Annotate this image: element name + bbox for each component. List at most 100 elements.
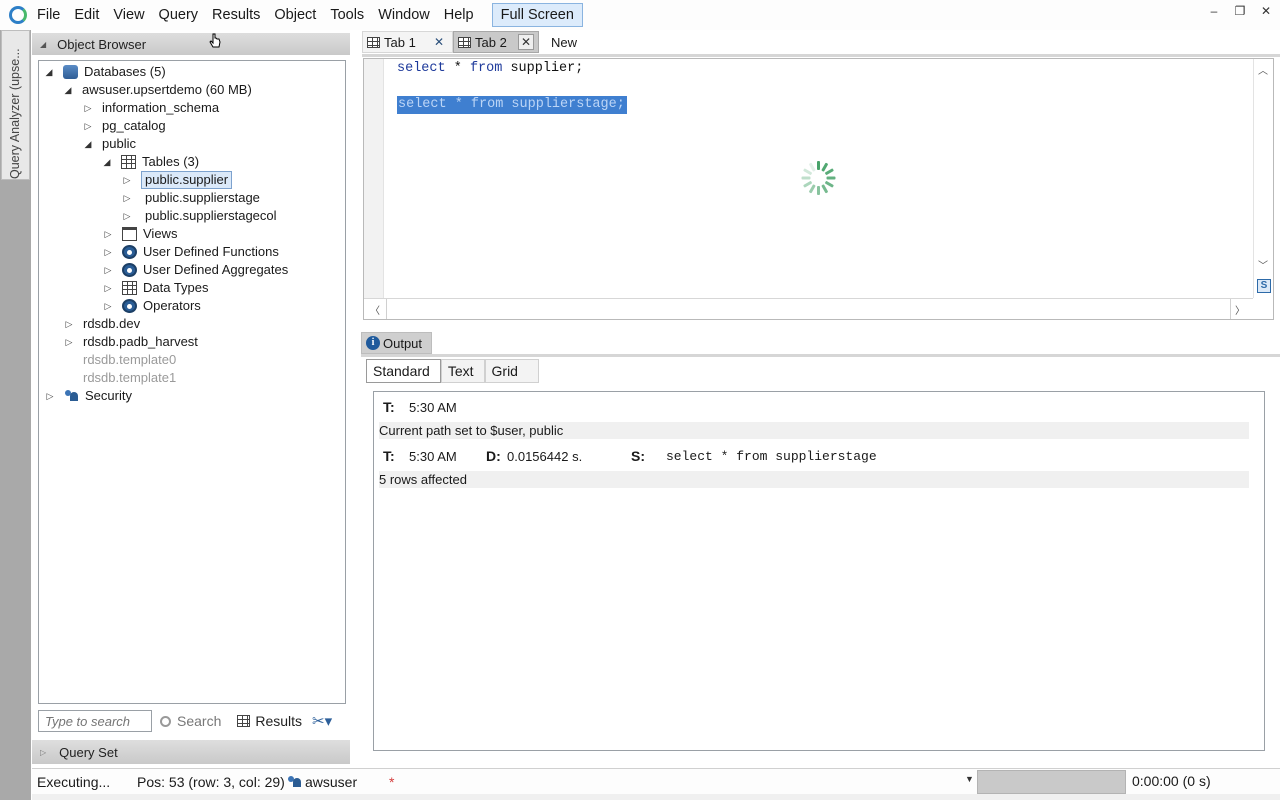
tree-item-db-template0[interactable]: rdsdb.template0 — [83, 351, 176, 369]
collapsed-triangle-icon[interactable]: ▷ — [102, 297, 114, 315]
status-dropdown-icon[interactable]: ▼ — [965, 774, 974, 784]
tree-item-databases[interactable]: ◢ Databases (5) — [43, 63, 166, 81]
tree-item-db-main[interactable]: ◢ awsuser.upsertdemo (60 MB) — [62, 81, 252, 99]
collapsed-triangle-icon[interactable]: ▷ — [63, 333, 75, 351]
tab-1[interactable]: Tab 1 ✕ — [362, 31, 453, 53]
tab-label: Tab 1 — [384, 34, 416, 50]
query-set-title: Query Set — [59, 744, 118, 760]
close-icon[interactable]: ✕ — [1258, 4, 1274, 18]
sql-editor[interactable]: select * from supplier; select * from su… — [363, 58, 1274, 320]
scroll-right-icon[interactable]: 〉 — [1235, 302, 1245, 317]
tree-label: Databases (5) — [84, 64, 166, 79]
subtab-grid[interactable]: Grid — [484, 359, 539, 383]
tree-item-tables[interactable]: ◢ Tables (3) — [101, 153, 199, 171]
menu-view[interactable]: View — [113, 0, 156, 30]
collapsed-triangle-icon[interactable]: ▷ — [82, 99, 94, 117]
tree-item-table-supplierstage[interactable]: ▷ public.supplierstage — [121, 189, 260, 207]
tree-item-udf[interactable]: ▷ User Defined Functions — [102, 243, 279, 261]
collapsed-triangle-icon[interactable]: ▷ — [121, 189, 133, 207]
subtab-standard[interactable]: Standard — [366, 359, 441, 383]
menu-query[interactable]: Query — [159, 0, 211, 30]
menu-object[interactable]: Object — [274, 0, 328, 30]
output-tab[interactable]: i Output — [361, 332, 432, 354]
minimize-icon[interactable]: – — [1206, 4, 1222, 18]
collapsed-triangle-icon[interactable]: ▷ — [63, 315, 75, 333]
modified-indicator: * — [389, 773, 395, 790]
editor-vertical-scrollbar[interactable]: ︿ ﹀ S — [1253, 59, 1273, 298]
tree-label: rdsdb.template0 — [83, 352, 177, 367]
restore-icon[interactable]: ❐ — [1232, 4, 1248, 18]
expanded-triangle-icon[interactable]: ◢ — [101, 153, 113, 171]
collapsed-triangle-icon[interactable]: ▷ — [102, 243, 114, 261]
tree-item-pg-catalog[interactable]: ▷ pg_catalog — [82, 117, 166, 135]
scroll-track[interactable] — [386, 299, 1231, 319]
menu-tools[interactable]: Tools — [330, 0, 376, 30]
gear-icon — [122, 299, 137, 313]
query-analyzer-side-tab[interactable]: Query Analyzer (upse... — [1, 30, 30, 180]
operator: * — [453, 61, 462, 76]
tab-label: Tab 2 — [475, 34, 507, 50]
tree-item-public[interactable]: ◢ public — [82, 135, 136, 153]
collapse-triangle-icon[interactable]: ◢ — [40, 40, 46, 49]
menu-results[interactable]: Results — [212, 0, 272, 30]
identifier: supplier; — [510, 61, 584, 76]
loading-spinner-icon — [801, 160, 837, 196]
menu-help[interactable]: Help — [444, 0, 486, 30]
tree-label: public.supplierstage — [145, 190, 260, 205]
tree-item-views[interactable]: ▷ Views — [102, 225, 177, 243]
expanded-triangle-icon[interactable]: ◢ — [43, 63, 55, 81]
grid-icon — [237, 715, 251, 727]
tree-item-operators[interactable]: ▷ Operators — [102, 297, 201, 315]
message-text: Current path set to $user, public — [379, 423, 564, 438]
editor-horizontal-scrollbar[interactable]: 〈 〉 — [364, 298, 1253, 319]
new-tab-button[interactable]: New — [539, 31, 581, 53]
close-tab-icon[interactable]: ✕ — [518, 34, 534, 50]
subtab-text[interactable]: Text — [440, 359, 485, 383]
scroll-down-icon[interactable]: ﹀ — [1258, 257, 1268, 272]
search-button[interactable]: Search — [160, 713, 221, 729]
tree-item-table-supplierstagecol[interactable]: ▷ public.supplierstagecol — [121, 207, 277, 225]
fullscreen-button[interactable]: Full Screen — [491, 3, 583, 27]
sql-format-icon[interactable]: S — [1257, 279, 1271, 293]
object-browser-header[interactable]: ◢ Object Browser — [32, 33, 350, 55]
collapsed-triangle-icon[interactable]: ▷ — [121, 207, 133, 225]
tools-dropdown-icon[interactable]: ✂▾ — [312, 712, 332, 730]
collapsed-triangle-icon[interactable]: ▷ — [121, 171, 133, 189]
menu-file[interactable]: File — [37, 0, 72, 30]
expanded-triangle-icon[interactable]: ◢ — [62, 81, 74, 99]
tree-label: Tables (3) — [142, 154, 200, 169]
collapsed-triangle-icon[interactable]: ▷ — [82, 117, 94, 135]
scroll-left-icon[interactable]: 〈 — [370, 302, 380, 317]
tree-item-uda[interactable]: ▷ User Defined Aggregates — [102, 261, 288, 279]
table-tab-icon — [458, 36, 471, 48]
collapsed-triangle-icon[interactable]: ▷ — [102, 225, 114, 243]
menu-edit[interactable]: Edit — [74, 0, 111, 30]
tree-item-information-schema[interactable]: ▷ information_schema — [82, 99, 220, 117]
tree-item-data-types[interactable]: ▷ Data Types — [102, 279, 209, 297]
tab-2[interactable]: Tab 2 ✕ — [453, 31, 539, 53]
search-label: Search — [177, 713, 222, 729]
results-button[interactable]: Results — [237, 713, 302, 729]
menu-bar: File Edit View Query Results Object Tool… — [0, 0, 1280, 30]
expand-triangle-icon[interactable]: ▷ — [40, 748, 46, 757]
tree-item-table-supplier[interactable]: ▷ public.supplier — [121, 171, 233, 189]
tree-item-security[interactable]: ▷ Security — [44, 387, 132, 405]
search-input[interactable] — [38, 710, 152, 732]
collapsed-triangle-icon[interactable]: ▷ — [102, 261, 114, 279]
menu-window[interactable]: Window — [378, 0, 442, 30]
expanded-triangle-icon[interactable]: ◢ — [82, 135, 94, 153]
scroll-up-icon[interactable]: ︿ — [1258, 62, 1268, 77]
query-set-header[interactable]: ▷ Query Set — [32, 740, 350, 764]
collapsed-triangle-icon[interactable]: ▷ — [102, 279, 114, 297]
close-tab-icon[interactable]: ✕ — [434, 35, 444, 49]
keyword: select — [397, 61, 446, 76]
output-tab-label: Output — [383, 335, 423, 351]
tree-item-db-padb[interactable]: ▷ rdsdb.padb_harvest — [63, 333, 198, 351]
collapsed-triangle-icon[interactable]: ▷ — [44, 387, 56, 405]
side-strip: Query Analyzer (upse... — [0, 30, 31, 800]
info-icon: i — [366, 336, 380, 350]
window-controls: – ❐ ✕ — [1206, 4, 1274, 18]
tree-label: User Defined Functions — [143, 244, 279, 259]
tree-item-db-dev[interactable]: ▷ rdsdb.dev — [63, 315, 141, 333]
tree-item-db-template1[interactable]: rdsdb.template1 — [83, 369, 176, 387]
